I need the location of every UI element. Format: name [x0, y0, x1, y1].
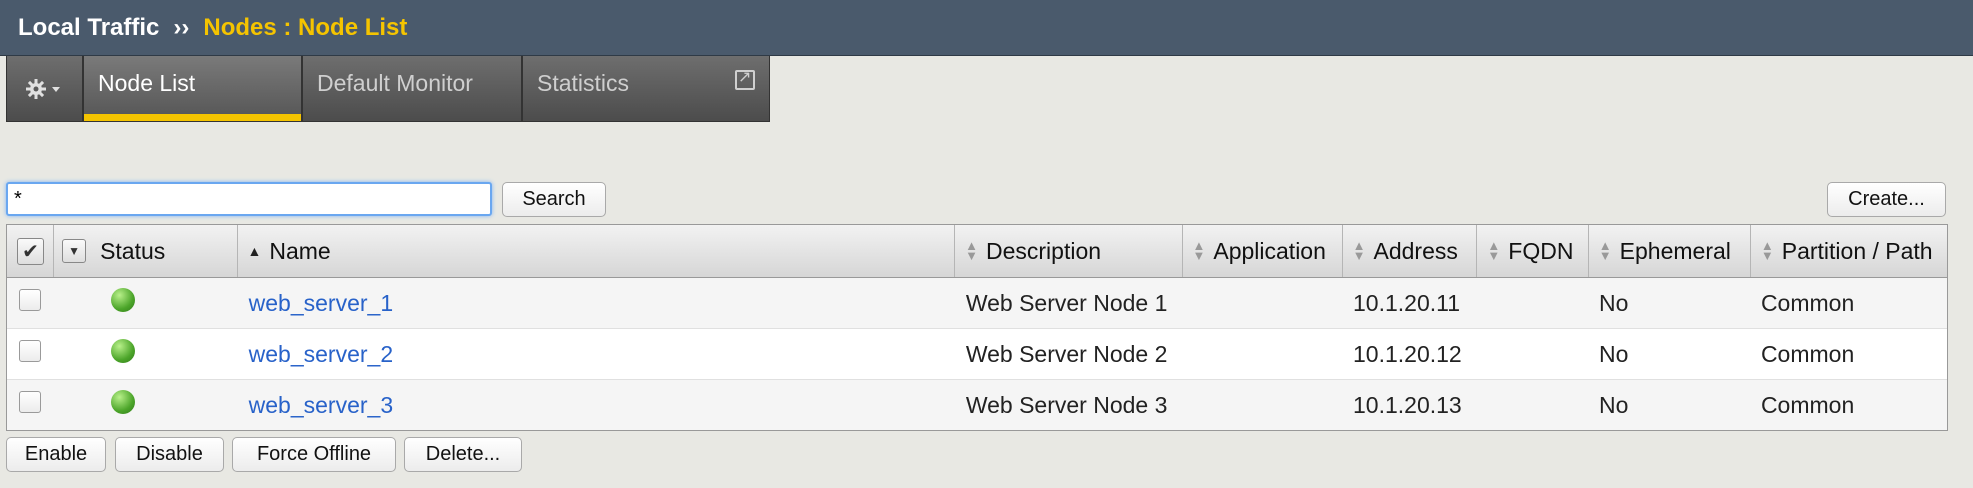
search-input[interactable] [6, 182, 492, 216]
column-ephemeral-label: Ephemeral [1619, 237, 1731, 264]
node-name-link[interactable]: web_server_3 [249, 392, 393, 418]
tab-statistics-label: Statistics [537, 70, 630, 96]
ephemeral-cell: No [1598, 391, 1629, 418]
description-cell: Web Server Node 2 [965, 340, 1168, 367]
column-partition[interactable]: ▲ ▼ Partition / Path [1751, 225, 1947, 277]
tab-default-monitor[interactable]: Default Monitor [303, 56, 523, 121]
disable-button[interactable]: Disable [115, 437, 224, 472]
table-header: ✔ ▼ Status ▲ Name ▲ ▼ Description ▲ ▼ Appl… [7, 225, 1947, 278]
table-body: web_server_1 Web Server Node 1 10.1.20.1… [7, 278, 1947, 430]
row-checkbox[interactable] [19, 340, 41, 362]
breadcrumb-separator: ›› [173, 13, 190, 41]
force-offline-button[interactable]: Force Offline [232, 437, 396, 472]
sort-icon: ▲ ▼ [1760, 238, 1774, 263]
create-button[interactable]: Create... [1827, 182, 1946, 217]
partition-cell: Common [1760, 391, 1855, 418]
ephemeral-cell: No [1598, 340, 1629, 367]
row-checkbox[interactable] [19, 289, 41, 311]
row-checkbox[interactable] [19, 391, 41, 413]
sort-icon: ▲ ▼ [1487, 238, 1501, 263]
column-address-label: Address [1373, 237, 1458, 264]
status-available-icon [111, 339, 136, 363]
select-all-cell: ✔ [7, 225, 55, 277]
table-row: web_server_2 Web Server Node 2 10.1.20.1… [7, 329, 1947, 380]
column-menu-dropdown[interactable]: ▼ [62, 239, 87, 263]
tab-bar: Node List Default Monitor Statistics [6, 56, 770, 122]
sort-icon: ▲ ▼ [1192, 238, 1206, 263]
node-name-link[interactable]: web_server_2 [249, 341, 393, 367]
description-cell: Web Server Node 3 [965, 391, 1168, 418]
column-status[interactable]: ▼ Status [54, 225, 238, 277]
page-title: Nodes : Node List [203, 13, 408, 41]
column-application[interactable]: ▲ ▼ Application [1183, 225, 1343, 277]
column-status-label: Status [100, 237, 166, 264]
column-application-label: Application [1213, 237, 1326, 264]
sort-icon: ▲ ▼ [965, 238, 978, 263]
column-description[interactable]: ▲ ▼ Description [955, 225, 1183, 277]
column-fqdn[interactable]: ▲ ▼ FQDN [1477, 225, 1589, 277]
address-cell: 10.1.20.13 [1353, 391, 1462, 418]
column-ephemeral[interactable]: ▲ ▼ Ephemeral [1589, 225, 1751, 277]
delete-button[interactable]: Delete... [404, 437, 522, 472]
tab-node-list[interactable]: Node List [84, 56, 303, 121]
chevron-down-icon [51, 86, 60, 92]
address-cell: 10.1.20.11 [1353, 289, 1461, 316]
options-menu-button[interactable] [7, 56, 84, 121]
column-name-label: Name [269, 237, 331, 264]
node-name-link[interactable]: web_server_1 [249, 290, 393, 316]
column-fqdn-label: FQDN [1508, 237, 1574, 264]
column-name[interactable]: ▲ Name [238, 225, 956, 277]
column-partition-label: Partition / Path [1781, 237, 1933, 264]
status-available-icon [111, 288, 136, 312]
column-address[interactable]: ▲ ▼ Address [1343, 225, 1478, 277]
name-cell: web_server_2 [239, 341, 956, 368]
table-row: web_server_1 Web Server Node 1 10.1.20.1… [7, 278, 1947, 329]
sort-ascending-icon: ▲ [247, 243, 262, 259]
node-list-table: ✔ ▼ Status ▲ Name ▲ ▼ Description ▲ ▼ Appl… [6, 224, 1948, 431]
name-cell: web_server_1 [239, 290, 956, 317]
tab-statistics[interactable]: Statistics [523, 56, 769, 121]
search-button[interactable]: Search [502, 182, 606, 217]
sort-icon: ▲ ▼ [1598, 238, 1612, 263]
status-cell [54, 390, 239, 420]
breadcrumb-section[interactable]: Local Traffic [18, 14, 159, 42]
status-cell [54, 339, 239, 369]
partition-cell: Common [1760, 289, 1855, 316]
table-row: web_server_3 Web Server Node 3 10.1.20.1… [7, 380, 1947, 430]
name-cell: web_server_3 [239, 392, 956, 419]
column-description-label: Description [986, 237, 1102, 264]
row-select-cell [7, 340, 54, 368]
sort-icon: ▲ ▼ [1352, 238, 1366, 263]
status-cell [54, 288, 239, 318]
enable-button[interactable]: Enable [6, 437, 106, 472]
partition-cell: Common [1760, 340, 1855, 367]
select-all-checkbox[interactable]: ✔ [17, 237, 44, 265]
external-link-icon[interactable] [735, 67, 755, 90]
row-select-cell [7, 391, 54, 419]
gear-icon [25, 78, 60, 99]
description-cell: Web Server Node 1 [965, 289, 1168, 316]
ephemeral-cell: No [1598, 289, 1629, 316]
address-cell: 10.1.20.12 [1353, 340, 1462, 367]
row-select-cell [7, 289, 54, 317]
status-available-icon [111, 390, 136, 414]
breadcrumb-bar: Local Traffic ›› Nodes : Node List [0, 0, 1973, 56]
